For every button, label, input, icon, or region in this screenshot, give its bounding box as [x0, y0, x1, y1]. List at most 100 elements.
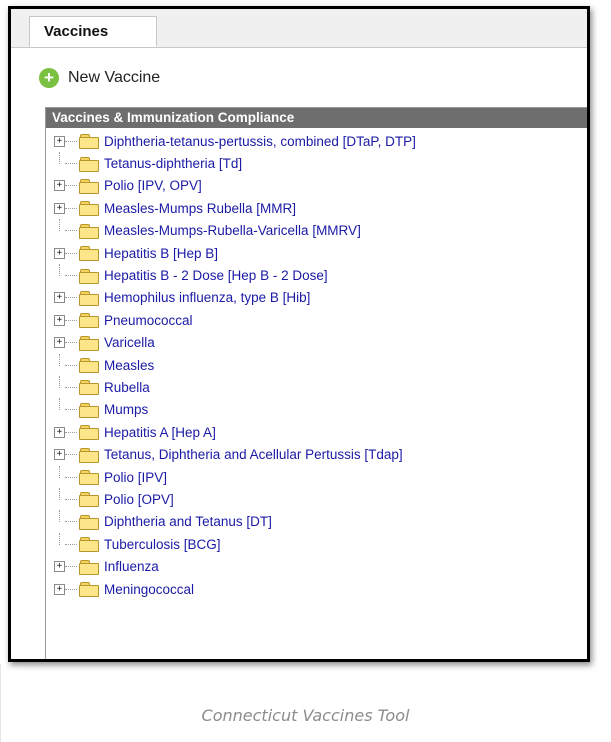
tree-item[interactable]: Mumps — [46, 398, 587, 421]
tree-connector — [65, 275, 77, 277]
tree-item[interactable]: Diphtheria and Tetanus [DT] — [46, 510, 587, 533]
folder-icon — [79, 335, 99, 351]
folder-icon — [79, 178, 99, 194]
expand-icon[interactable]: + — [54, 314, 65, 326]
tree-item-label[interactable]: Tetanus, Diphtheria and Acellular Pertus… — [104, 447, 403, 462]
tree-item[interactable]: Polio [OPV] — [46, 487, 587, 510]
expand-icon[interactable]: + — [54, 561, 65, 573]
figure-caption: Connecticut Vaccines Tool — [201, 706, 410, 725]
tree-item[interactable]: Tuberculosis [BCG] — [46, 532, 587, 555]
tree-item-label[interactable]: Mumps — [104, 402, 148, 417]
tree-item-label[interactable]: Diphtheria and Tetanus [DT] — [104, 514, 272, 529]
expand-icon[interactable]: + — [54, 337, 65, 349]
tree-line-spacer — [54, 532, 65, 550]
expand-icon[interactable]: + — [54, 583, 65, 595]
tree-item[interactable]: Measles — [46, 353, 587, 376]
tree-item[interactable]: Measles-Mumps-Rubella-Varicella [MMRV] — [46, 219, 587, 242]
tree-connector — [65, 342, 77, 344]
page: Vaccines + New Vaccine Vaccines & Immuni… — [0, 0, 611, 742]
tree-item-label[interactable]: Varicella — [104, 335, 155, 350]
tree-item[interactable]: + Pneumococcal — [46, 309, 587, 331]
tree-list: + Diphtheria-tetanus-pertussis, combined … — [46, 128, 587, 600]
tree-item[interactable]: + Tetanus, Diphtheria and Acellular Pertu… — [46, 443, 587, 465]
tree-connector — [65, 185, 77, 187]
expand-icon[interactable]: + — [54, 202, 65, 214]
tree-item-label[interactable]: Measles-Mumps Rubella [MMR] — [104, 201, 296, 216]
tree-line-spacer — [54, 264, 65, 281]
tree-item[interactable]: + Diphtheria-tetanus-pertussis, combined … — [46, 130, 587, 152]
tree-item-label[interactable]: Meningococcal — [104, 582, 194, 597]
tree-item-label[interactable]: Hemophilus influenza, type B [Hib] — [104, 290, 310, 305]
new-vaccine-label: New Vaccine — [68, 69, 161, 86]
tree-item[interactable]: Tetanus-diphtheria [Td] — [46, 152, 587, 174]
tree-item-label[interactable]: Hepatitis A [Hep A] — [104, 425, 216, 440]
vaccine-tree-panel: Vaccines & Immunization Compliance + Diph… — [45, 107, 587, 659]
tree-item-label[interactable]: Polio [OPV] — [104, 492, 174, 507]
folder-icon — [79, 268, 99, 284]
new-vaccine-button[interactable]: + New Vaccine — [39, 66, 160, 90]
tree-line-spacer — [54, 487, 65, 505]
tree-item-label[interactable]: Diphtheria-tetanus-pertussis, combined [… — [104, 134, 416, 149]
tree-item-label[interactable]: Tuberculosis [BCG] — [104, 537, 221, 552]
tree-connector — [65, 230, 77, 232]
folder-icon — [79, 582, 99, 597]
tree-line-spacer — [54, 510, 65, 527]
tree-item[interactable]: + Measles-Mumps Rubella [MMR] — [46, 197, 587, 219]
tree-item-label[interactable]: Hepatitis B - 2 Dose [Hep B - 2 Dose] — [104, 268, 328, 283]
expand-icon[interactable]: + — [54, 426, 65, 438]
tree-item-label[interactable]: Tetanus-diphtheria [Td] — [104, 156, 242, 171]
tree-item[interactable]: + Varicella — [46, 332, 587, 354]
folder-icon — [79, 156, 99, 172]
tree-connector — [65, 454, 77, 456]
tree-item[interactable]: + Polio [IPV, OPV] — [46, 175, 587, 197]
tree-line-spacer — [54, 465, 65, 483]
folder-icon — [79, 492, 99, 508]
folder-icon — [79, 470, 99, 486]
tree-item[interactable]: Hepatitis B - 2 Dose [Hep B - 2 Dose] — [46, 264, 587, 286]
tree-line-spacer — [54, 219, 65, 236]
expand-icon[interactable]: + — [54, 135, 65, 147]
tree-line-spacer — [54, 398, 65, 415]
folder-icon — [79, 223, 99, 239]
tree-connector — [65, 163, 77, 165]
tab-vaccines[interactable]: Vaccines — [29, 16, 157, 47]
tree-item-label[interactable]: Measles — [104, 358, 154, 373]
tree-item-label[interactable]: Pneumococcal — [104, 313, 193, 328]
tree-line-spacer — [54, 152, 65, 169]
tree-item[interactable]: Rubella — [46, 375, 587, 398]
tree-connector — [65, 319, 77, 321]
tab-bar: Vaccines — [11, 9, 587, 48]
folder-icon — [79, 380, 99, 396]
expand-icon[interactable]: + — [54, 180, 65, 192]
tree-item-label[interactable]: Polio [IPV] — [104, 470, 167, 485]
folder-icon — [79, 358, 99, 374]
tree-item[interactable]: + Meningococcal — [46, 578, 587, 600]
expand-icon[interactable]: + — [54, 247, 65, 259]
tree-item-label[interactable]: Rubella — [104, 380, 150, 395]
expand-icon[interactable]: + — [54, 449, 65, 461]
tree-item-label[interactable]: Polio [IPV, OPV] — [104, 178, 202, 193]
tree-connector — [65, 252, 77, 254]
folder-icon — [79, 290, 99, 306]
tree-connector — [65, 431, 77, 433]
tree-connector — [65, 543, 77, 545]
tree-connector — [65, 521, 77, 523]
folder-icon — [79, 313, 99, 329]
expand-icon[interactable]: + — [54, 292, 65, 304]
tree-connector — [65, 409, 77, 411]
tree-connector — [65, 566, 77, 568]
folder-icon — [79, 425, 99, 441]
folder-icon — [79, 537, 99, 553]
tree-item[interactable]: + Hepatitis A [Hep A] — [46, 421, 587, 443]
tree-item-label[interactable]: Measles-Mumps-Rubella-Varicella [MMRV] — [104, 223, 361, 238]
tree-connector — [65, 498, 77, 500]
tree-item[interactable]: Polio [IPV] — [46, 465, 587, 488]
tree-item-label[interactable]: Influenza — [104, 559, 159, 574]
tree-item[interactable]: + Hemophilus influenza, type B [Hib] — [46, 287, 587, 309]
tree-connector — [65, 297, 77, 299]
tree-item[interactable]: + Hepatitis B [Hep B] — [46, 242, 587, 264]
tree-item-label[interactable]: Hepatitis B [Hep B] — [104, 246, 218, 261]
folder-icon — [79, 134, 99, 150]
folder-icon — [79, 559, 99, 575]
tree-item[interactable]: + Influenza — [46, 555, 587, 577]
